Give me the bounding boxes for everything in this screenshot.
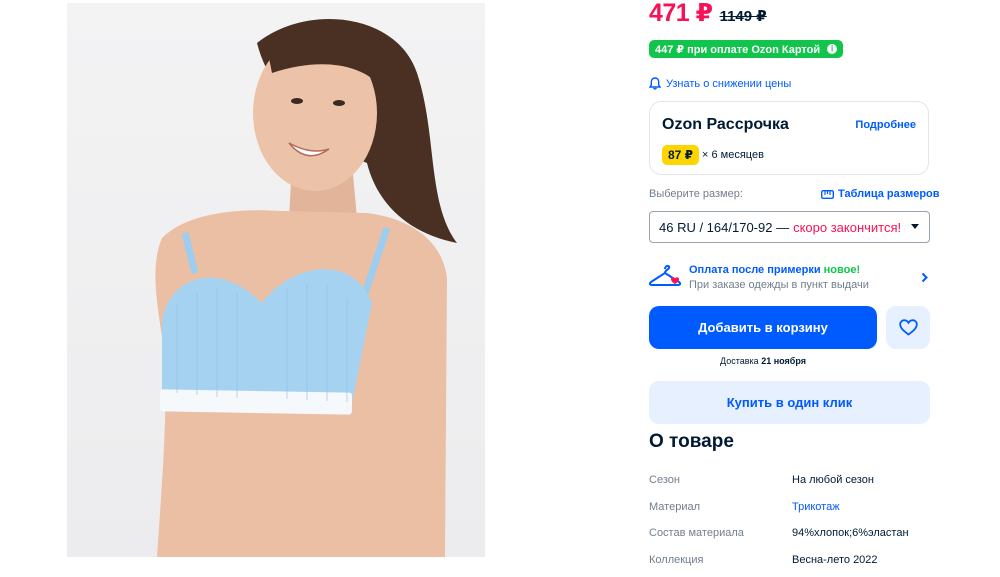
hanger-icon [649, 264, 681, 286]
size-label: Выберите размер: [649, 188, 743, 200]
tryon-title-line: Оплата после примерки новое! [689, 264, 860, 276]
add-to-cart-button[interactable]: Добавить в корзину [649, 306, 877, 349]
tryon-subtitle: При заказе одежды в пункт выдачи [689, 279, 869, 291]
info-icon[interactable]: i [827, 44, 838, 54]
product-photo[interactable] [67, 3, 485, 557]
spec-row: Сезон На любой сезон [649, 468, 949, 495]
tryon-title: Оплата после примерки [689, 264, 821, 276]
installment-title: Ozon Рассрочка [662, 116, 789, 133]
installment-more-link[interactable]: Подробнее [855, 119, 916, 131]
notify-label: Узнать о снижении цены [666, 77, 792, 90]
old-price: 1149 ₽ [719, 8, 767, 25]
specs-list: Сезон На любой сезон Материал Трикотаж С… [649, 468, 949, 574]
card-offer-text: 447 ₽ при оплате Ozon Картой [655, 43, 821, 56]
installment-card[interactable]: Ozon Рассрочка Подробнее 87 ₽ × 6 месяце… [649, 101, 929, 175]
delivery-date: 21 ноября [761, 356, 806, 366]
installment-amount-chip: 87 ₽ [662, 145, 700, 165]
bell-icon [649, 77, 661, 90]
spec-value: 94%хлопок;6%эластан [792, 527, 909, 539]
spec-key: Материал [649, 500, 700, 513]
price-block: 471 ₽ 1149 ₽ [649, 0, 767, 28]
ruler-icon [821, 189, 834, 199]
price-drop-notify-link[interactable]: Узнать о снижении цены [649, 77, 791, 90]
spec-row: Материал Трикотаж [649, 495, 949, 522]
delivery-info: Доставка 21 ноября [649, 356, 877, 366]
product-illustration [155, 19, 457, 557]
size-table-link[interactable]: Таблица размеров [821, 188, 940, 200]
spec-value-link[interactable]: Трикотаж [792, 501, 840, 513]
size-selected-value: 46 RU / 164/170-92 — [659, 219, 790, 235]
current-price: 471 ₽ [649, 0, 713, 27]
spec-key: Коллекция [649, 553, 704, 566]
size-stock-warning: скоро закончится! [793, 219, 902, 235]
favorite-button[interactable] [886, 306, 930, 349]
pay-after-tryon-banner[interactable]: Оплата после примерки новое! При заказе … [649, 260, 930, 296]
buy-one-click-button[interactable]: Купить в один клик [649, 381, 930, 424]
heart-icon [898, 319, 918, 336]
chevron-down-icon [911, 224, 919, 229]
size-select[interactable]: 46 RU / 164/170-92 — скоро закончится! [649, 211, 930, 243]
installment-months: × 6 месяцев [702, 149, 764, 161]
size-table-label: Таблица размеров [838, 188, 940, 200]
spec-row: Состав материала 94%хлопок;6%эластан [649, 521, 949, 548]
chevron-right-icon [921, 272, 928, 283]
tryon-new-badge: новое! [823, 264, 861, 276]
delivery-prefix: Доставка [720, 356, 759, 366]
spec-row: Коллекция Весна-лето 2022 [649, 548, 949, 575]
ozon-card-offer-badge[interactable]: 447 ₽ при оплате Ozon Картой i [649, 40, 844, 58]
spec-key: Состав материала [649, 527, 744, 539]
spec-value: Весна-лето 2022 [792, 553, 878, 566]
spec-value: На любой сезон [792, 474, 874, 486]
about-product-heading: О товаре [649, 431, 734, 452]
spec-key: Сезон [649, 474, 680, 486]
